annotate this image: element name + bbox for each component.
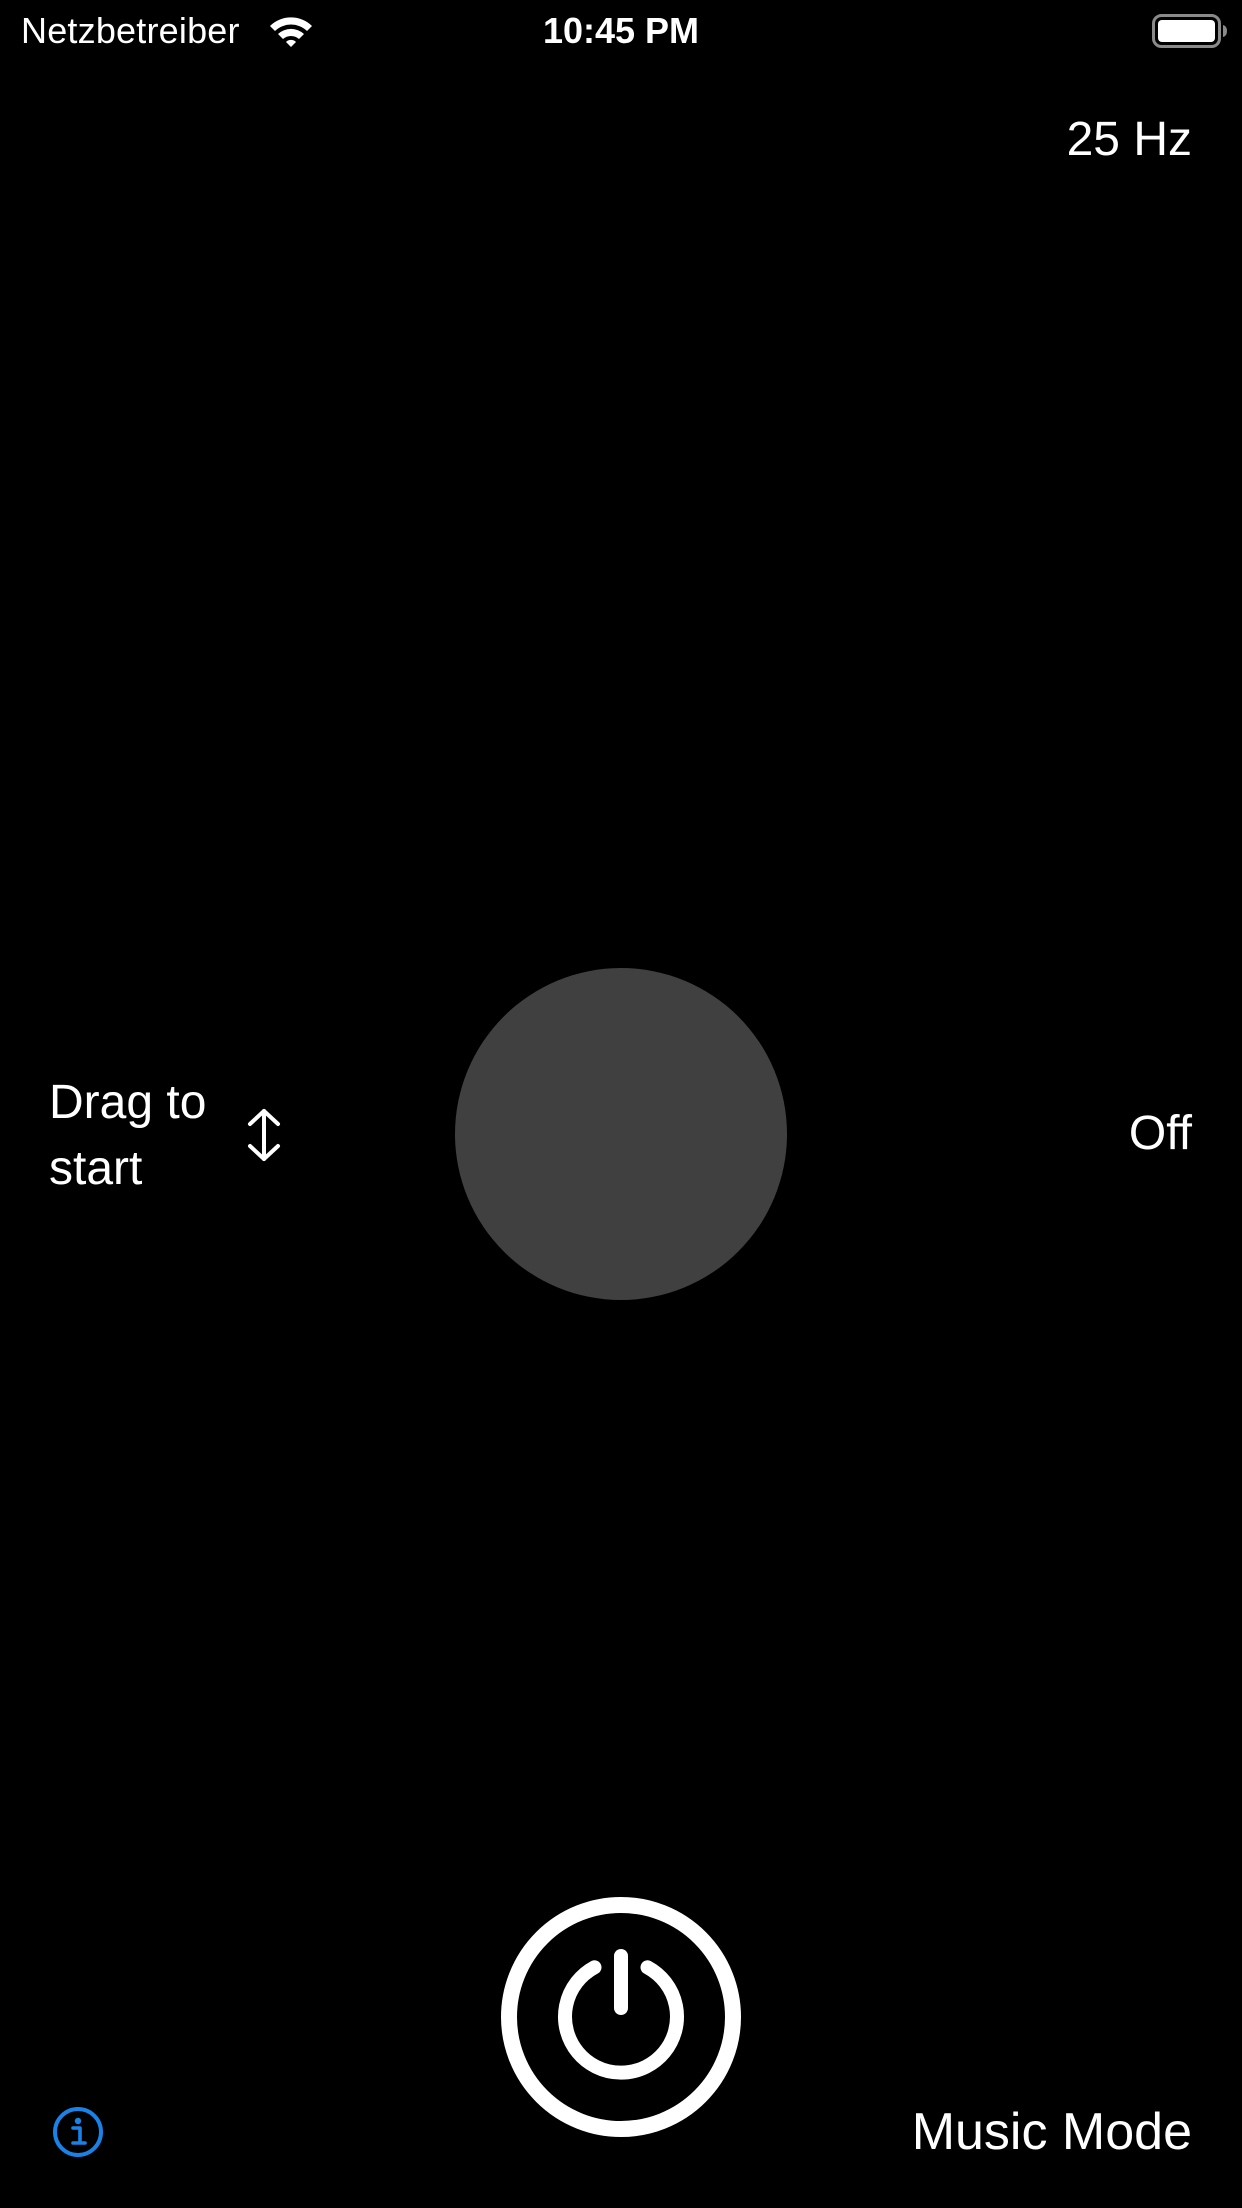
music-mode-button[interactable]: Music Mode <box>912 2102 1192 2162</box>
vertical-arrows-icon <box>248 1109 280 1161</box>
status-bar: Netzbetreiber 10:45 PM <box>0 0 1242 60</box>
battery-full-icon <box>1152 14 1227 48</box>
frequency-label: 25 Hz <box>1066 113 1192 166</box>
power-button[interactable] <box>500 1896 742 2138</box>
power-icon <box>501 1897 741 2137</box>
app-screen: Netzbetreiber 10:45 PM 25 Hz Drag to sta… <box>0 0 1242 2208</box>
info-icon <box>53 2107 103 2157</box>
state-label: Off <box>1128 1107 1192 1160</box>
status-clock: 10:45 PM <box>542 10 700 51</box>
drag-knob[interactable] <box>455 968 787 1300</box>
drag-hint-label: Drag to start <box>49 1076 207 1195</box>
info-button[interactable] <box>52 2106 104 2158</box>
